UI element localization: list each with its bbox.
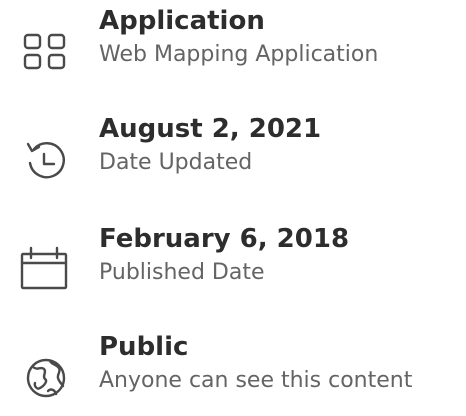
item-type-subtitle: Web Mapping Application <box>99 42 379 67</box>
published-date-text: February 6, 2018 Published Date <box>99 220 461 288</box>
date-updated-label: Date Updated <box>99 150 253 175</box>
published-date-value: February 6, 2018 <box>99 224 350 254</box>
item-type-title: Application <box>99 6 265 36</box>
item-type-row: Application Web Mapping Application <box>0 0 466 90</box>
published-date-label: Published Date <box>99 260 265 285</box>
sharing-level-row: Public Anyone can see this content <box>0 326 466 416</box>
item-type-text: Application Web Mapping Application <box>99 2 461 70</box>
date-updated-value: August 2, 2021 <box>99 114 322 144</box>
calendar-icon <box>14 238 78 302</box>
date-updated-row: August 2, 2021 Date Updated <box>0 108 466 198</box>
globe-icon <box>14 346 78 410</box>
grid-icon <box>14 20 78 84</box>
sharing-level-text: Public Anyone can see this content <box>99 328 461 396</box>
item-details-list: Application Web Mapping Application Augu… <box>0 0 466 399</box>
sharing-level-value: Public <box>99 332 189 362</box>
date-updated-text: August 2, 2021 Date Updated <box>99 110 461 178</box>
history-icon <box>14 128 78 192</box>
sharing-level-description: Anyone can see this content <box>99 368 413 393</box>
published-date-row: February 6, 2018 Published Date <box>0 218 466 308</box>
